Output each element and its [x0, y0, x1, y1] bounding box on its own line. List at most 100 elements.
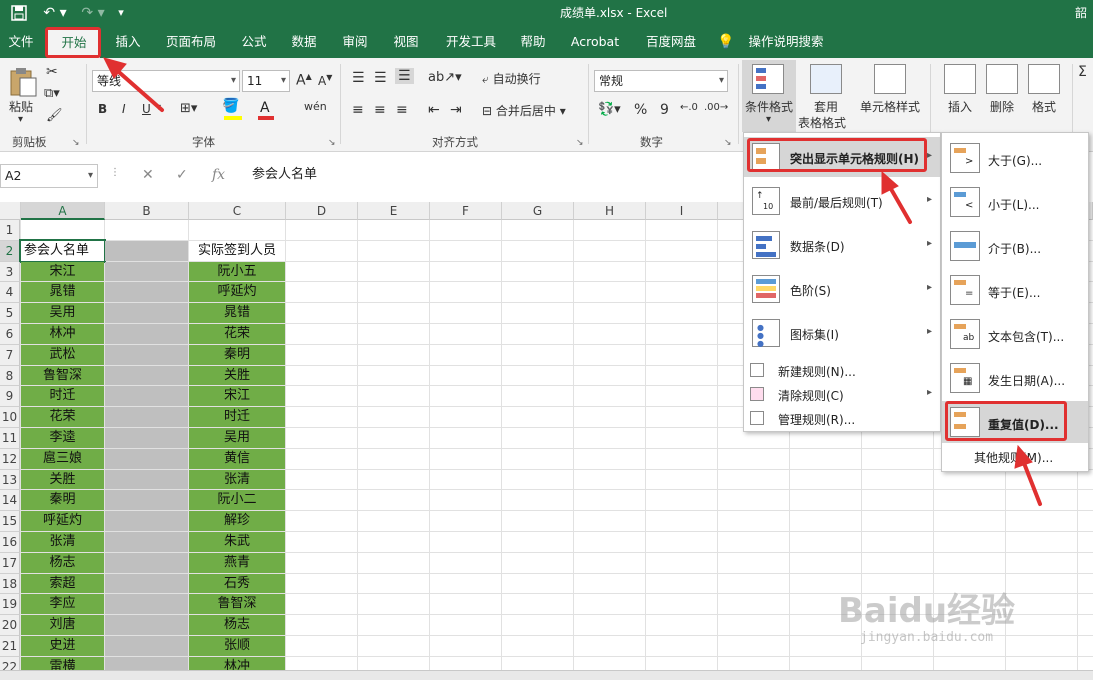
cell-c-name[interactable]: 花荣 [189, 324, 285, 344]
tab-formulas[interactable]: 公式 [236, 26, 272, 58]
cell-c-name[interactable]: 阮小二 [189, 490, 285, 511]
row-header-16[interactable]: 16 [0, 532, 20, 553]
percent-button[interactable]: % [634, 102, 647, 118]
formula-input[interactable]: 参会人名单 [242, 164, 762, 188]
cell-c-name[interactable]: 关胜 [189, 365, 285, 386]
row-header-11[interactable]: 11 [0, 428, 20, 449]
currency-icon[interactable]: 💱▾ [598, 102, 621, 117]
row-header-14[interactable]: 14 [0, 490, 20, 512]
cell-c2-header[interactable]: 实际签到人员 [189, 240, 285, 261]
submenu-item-equal-to[interactable]: = 等于(E)... [942, 269, 1088, 311]
cell-c-name[interactable]: 吴用 [189, 428, 285, 448]
cell-a-name[interactable]: 李应 [21, 594, 104, 615]
cell-b-empty[interactable] [105, 344, 188, 365]
column-header-a[interactable]: A [21, 202, 105, 220]
cell-b-empty[interactable] [105, 490, 188, 511]
row-header-1[interactable]: 1 [0, 220, 20, 241]
cell-a-name[interactable]: 时迁 [21, 386, 104, 407]
font-launcher-icon[interactable]: ↘ [328, 138, 336, 148]
wrap-text-button[interactable]: ⤶ 自动换行 [482, 70, 541, 87]
row-header-17[interactable]: 17 [0, 552, 20, 574]
cell-a-name[interactable]: 史进 [21, 636, 104, 656]
cell-c-name[interactable]: 石秀 [189, 573, 285, 594]
cell-b-empty[interactable] [105, 448, 188, 469]
cell-b-empty[interactable] [105, 573, 188, 594]
menu-item-data-bars[interactable]: 数据条(D) ▸ [744, 225, 940, 265]
cell-b-empty[interactable] [105, 594, 188, 615]
cell-a-name[interactable]: 秦明 [21, 490, 104, 511]
autosum-icon[interactable]: Σ [1078, 64, 1087, 80]
delete-cells-label[interactable]: 删除 [990, 98, 1014, 115]
column-header-c[interactable]: C [189, 202, 286, 220]
customize-toolbar-icon[interactable]: ▾ [112, 3, 130, 23]
column-header-g[interactable]: G [502, 202, 574, 220]
align-middle-icon[interactable]: ☰ [374, 70, 387, 86]
tab-page-layout[interactable]: 页面布局 [160, 26, 222, 58]
submenu-item-text-contains[interactable]: ab 文本包含(T)... [942, 313, 1088, 355]
merge-center-button[interactable]: ⊟ 合并后居中 ▾ [482, 102, 566, 119]
paste-icon[interactable] [8, 66, 38, 98]
insert-function-icon[interactable]: fx [212, 167, 225, 183]
cell-b-empty[interactable] [105, 428, 188, 448]
cell-c-name[interactable]: 朱武 [189, 532, 285, 552]
submenu-item-date-occurring[interactable]: ▦ 发生日期(A)... [942, 357, 1088, 399]
cell-a-name[interactable]: 李逵 [21, 428, 104, 448]
row-header-13[interactable]: 13 [0, 469, 20, 491]
row-header-10[interactable]: 10 [0, 407, 20, 428]
align-bottom-icon[interactable]: ☰ [395, 68, 414, 84]
format-painter-icon[interactable]: 🖌 [46, 108, 63, 123]
align-center-icon[interactable]: ≡ [374, 102, 386, 118]
copy-icon[interactable]: ⧉▾ [44, 86, 60, 101]
select-all-corner[interactable] [0, 202, 21, 220]
tab-acrobat[interactable]: Acrobat [566, 26, 624, 58]
cell-b-empty[interactable] [105, 469, 188, 490]
column-header-h[interactable]: H [574, 202, 646, 220]
cell-b-empty[interactable] [105, 656, 188, 670]
column-header-b[interactable]: B [105, 202, 189, 220]
column-header-d[interactable]: D [286, 202, 358, 220]
cell-c-name[interactable]: 张清 [189, 469, 285, 490]
cell-a-name[interactable]: 宋江 [21, 261, 104, 282]
cell-c-name[interactable]: 黄信 [189, 448, 285, 469]
font-color-icon[interactable]: A [260, 100, 270, 116]
column-header-e[interactable]: E [358, 202, 430, 220]
fill-color-icon[interactable]: 🪣 [222, 98, 239, 114]
row-header-21[interactable]: 21 [0, 636, 20, 657]
cell-c-name[interactable]: 林冲 [189, 656, 285, 670]
clipboard-launcher-icon[interactable]: ↘ [72, 138, 80, 148]
menu-item-icon-sets[interactable]: ● ● ● 图标集(I) ▸ [744, 313, 940, 353]
tab-developer[interactable]: 开发工具 [440, 26, 502, 58]
cell-a-name[interactable]: 刘唐 [21, 615, 104, 635]
tab-view[interactable]: 视图 [388, 26, 424, 58]
cell-c-name[interactable]: 张顺 [189, 636, 285, 656]
cell-b-empty[interactable] [105, 615, 188, 635]
tab-insert[interactable]: 插入 [110, 26, 146, 58]
enter-icon[interactable]: ✓ [176, 167, 188, 183]
cell-b-empty[interactable] [105, 636, 188, 656]
cell-a2-header[interactable]: 参会人名单 [19, 238, 106, 263]
menu-item-top-bottom-rules[interactable]: ↑ 10 最前/最后规则(T) ▸ [744, 181, 940, 221]
user-name[interactable]: 韶 [1075, 4, 1087, 21]
row-header-3[interactable]: 3 [0, 261, 20, 283]
tab-review[interactable]: 审阅 [337, 26, 373, 58]
row-header-2[interactable]: 2 [0, 240, 20, 262]
cell-c-name[interactable]: 杨志 [189, 615, 285, 635]
cell-b-empty[interactable] [105, 324, 188, 344]
cell-b-empty[interactable] [105, 386, 188, 407]
cell-styles-label[interactable]: 单元格样式 [860, 98, 920, 115]
cell-c-name[interactable]: 解珍 [189, 511, 285, 531]
cell-a-name[interactable]: 扈三娘 [21, 448, 104, 469]
conditional-formatting-label[interactable]: 条件格式 [745, 98, 793, 115]
save-icon[interactable] [8, 3, 30, 23]
tab-help[interactable]: 帮助 [515, 26, 551, 58]
format-as-table-label-1[interactable]: 套用 [814, 98, 838, 115]
decrease-decimal-icon[interactable]: .00→ [704, 102, 728, 113]
insert-cells-label[interactable]: 插入 [948, 98, 972, 115]
paste-button-label[interactable]: 粘贴 [9, 98, 33, 115]
cell-c-name[interactable]: 阮小五 [189, 261, 285, 282]
paste-dropdown-icon[interactable]: ▾ [18, 114, 23, 125]
decrease-indent-icon[interactable]: ⇤ [428, 102, 440, 118]
tab-data[interactable]: 数据 [286, 26, 322, 58]
cell-a-name[interactable]: 林冲 [21, 324, 104, 344]
chevron-down-icon[interactable]: ▾ [766, 114, 771, 125]
